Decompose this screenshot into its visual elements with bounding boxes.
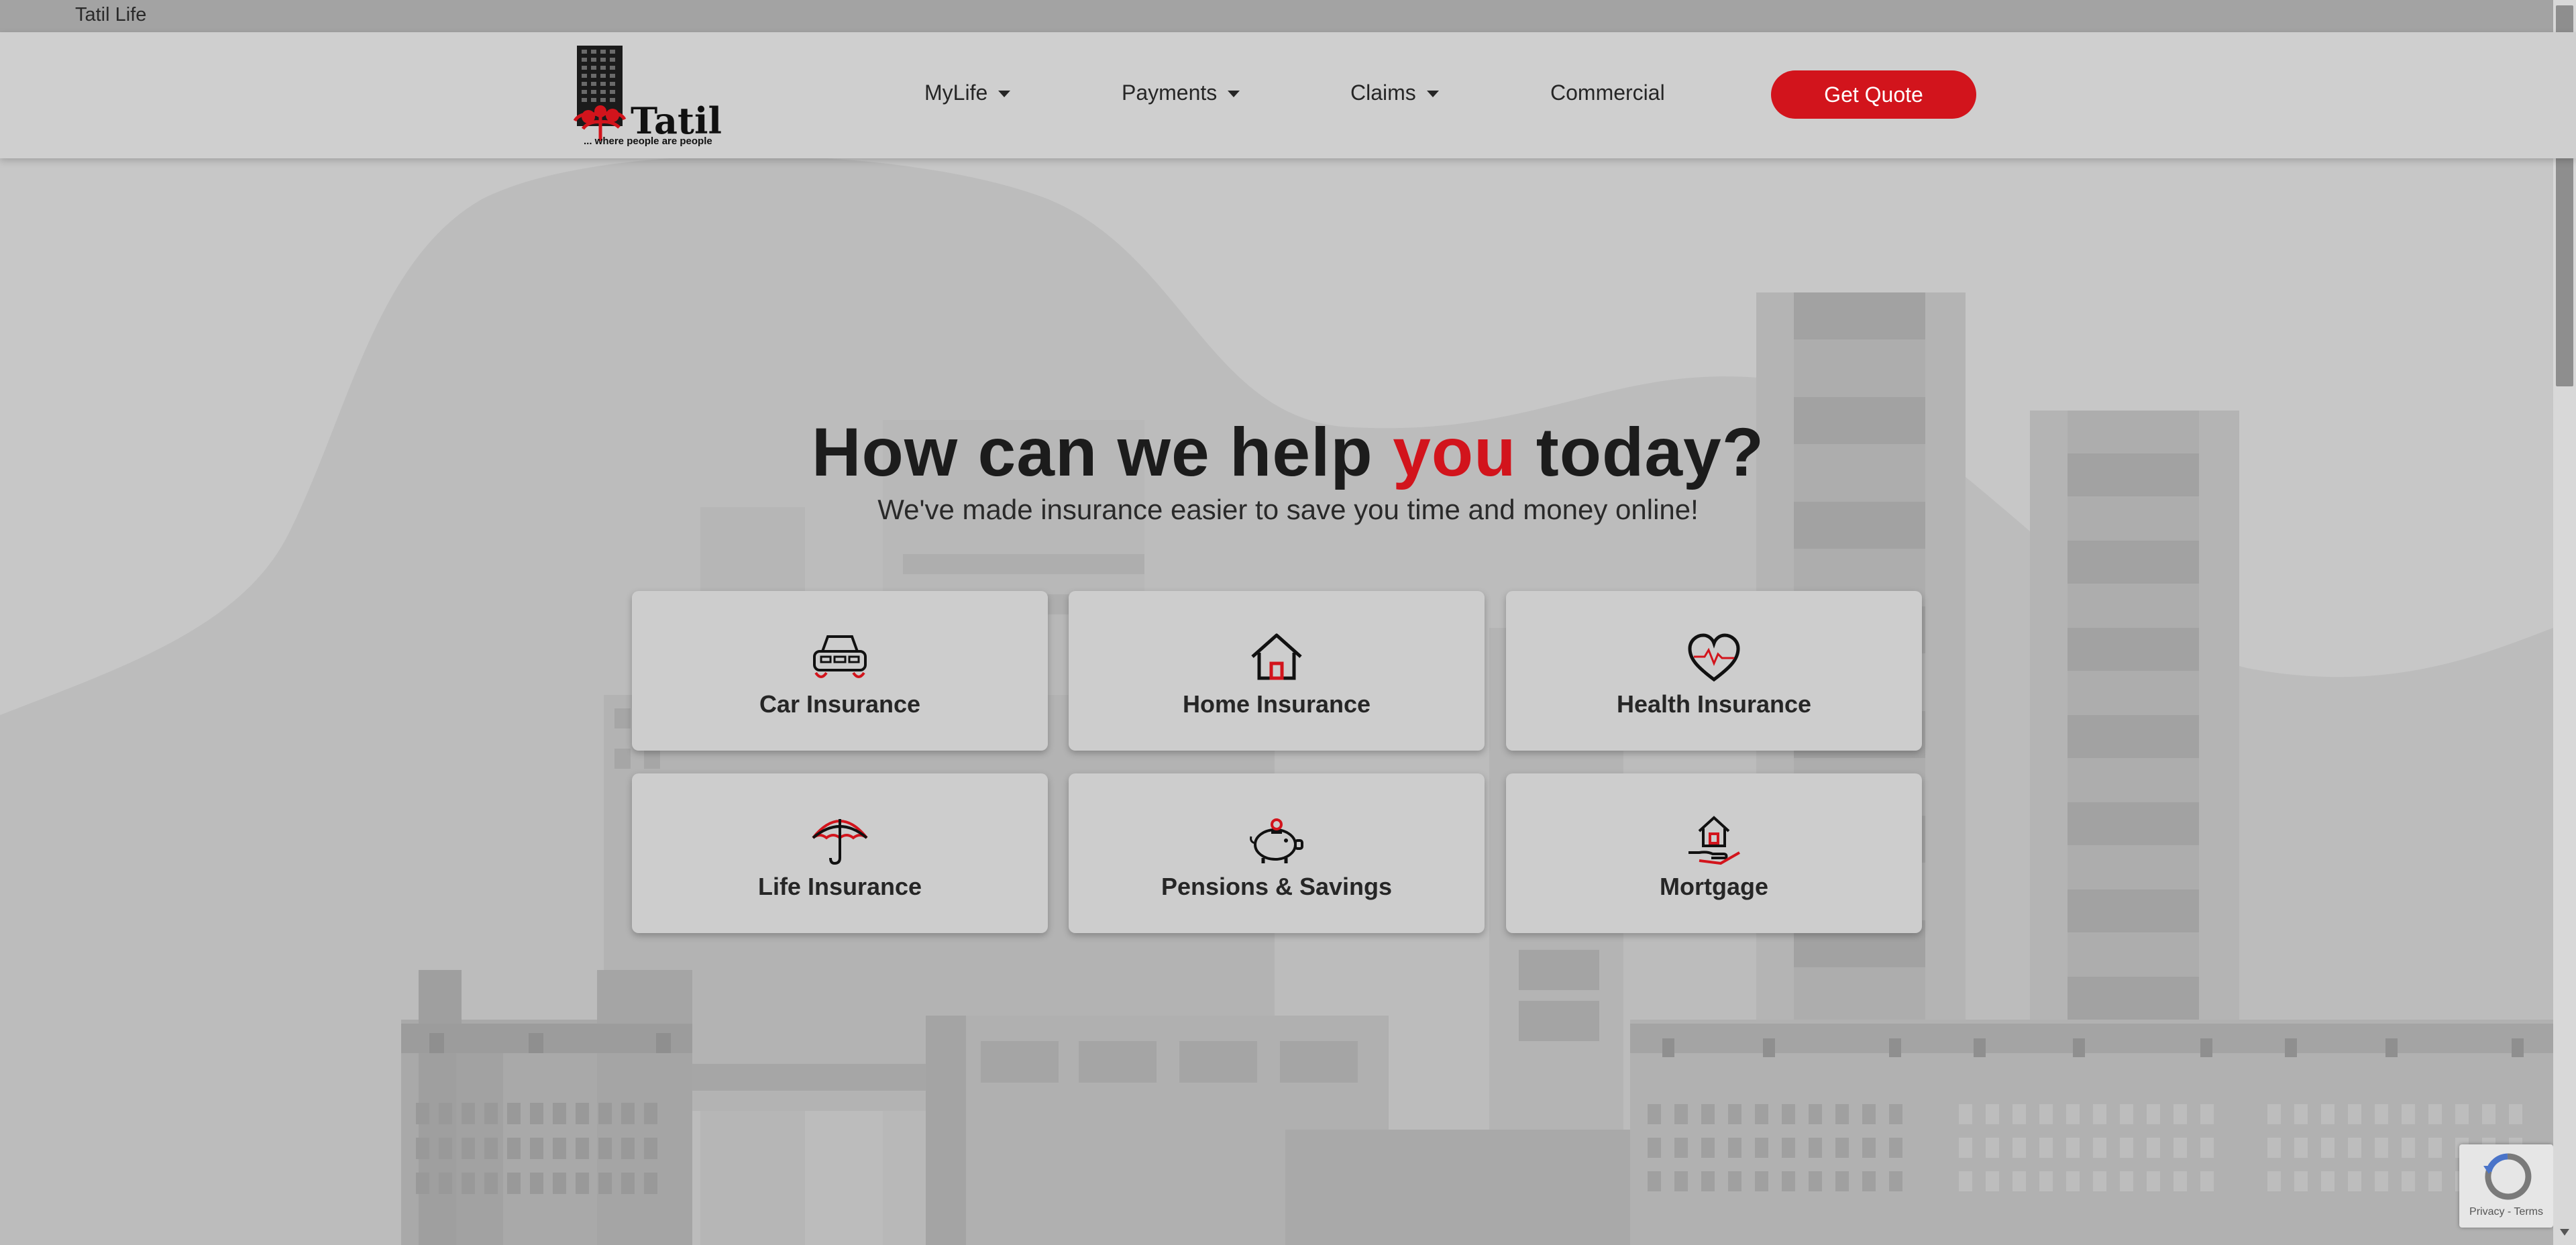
hero-title: How can we help you today? [0,413,2576,492]
chevron-down-icon [1426,90,1439,97]
nav-claims-label: Claims [1350,80,1416,105]
car-icon [813,635,867,678]
card-pensions-savings[interactable]: Pensions & Savings [1069,773,1485,933]
nav-payments[interactable]: Payments [1122,80,1240,105]
scroll-down-arrow-icon[interactable] [2553,1222,2576,1242]
hero-subtitle: We've made insurance easier to save you … [877,494,1699,525]
card-home-insurance[interactable]: Home Insurance [1069,591,1485,751]
page-scrollbar[interactable] [2553,0,2576,1245]
card-health-insurance[interactable]: Health Insurance [1506,591,1922,751]
main-navbar: Tatil ... where people are people MyLife… [0,32,2576,158]
nav-mylife[interactable]: MyLife [924,80,1011,105]
logo-tagline: ... where people are people [584,136,712,147]
nav-commercial[interactable]: Commercial [1550,80,1665,105]
card-label: Pensions & Savings [1161,873,1393,900]
house-icon [1251,633,1302,680]
recaptcha-badge[interactable]: Privacy - Terms [2459,1144,2553,1228]
recaptcha-icon [2483,1153,2532,1200]
hero-title-part2: today? [1516,414,1765,490]
top-brand-label: Tatil Life [75,4,147,25]
card-label: Life Insurance [757,873,922,900]
get-quote-button[interactable]: Get Quote [1771,70,1976,119]
card-mortgage[interactable]: Mortgage [1506,773,1922,933]
card-label: Mortgage [1660,873,1768,900]
card-label: Health Insurance [1616,690,1812,718]
house-in-hand-icon [1688,816,1740,865]
nav-commercial-label: Commercial [1550,80,1665,105]
chevron-down-icon [998,90,1011,97]
card-life-insurance[interactable]: Life Insurance [632,773,1048,933]
card-label: Car Insurance [759,690,921,718]
hero-title-accent: you [1393,414,1517,490]
nav-payments-label: Payments [1122,80,1218,105]
top-strip: Tatil Life [0,0,2576,32]
chevron-down-icon [1228,90,1240,97]
recaptcha-links[interactable]: Privacy - Terms [2459,1206,2553,1218]
nav-claims[interactable]: Claims [1350,80,1439,105]
card-label: Home Insurance [1182,690,1371,718]
heart-pulse-icon [1688,633,1740,682]
nav-mylife-label: MyLife [924,80,988,105]
card-car-insurance[interactable]: Car Insurance [632,591,1048,751]
piggy-bank-icon [1250,818,1303,863]
hero-title-part1: How can we help [811,414,1393,490]
umbrella-icon [812,819,868,865]
